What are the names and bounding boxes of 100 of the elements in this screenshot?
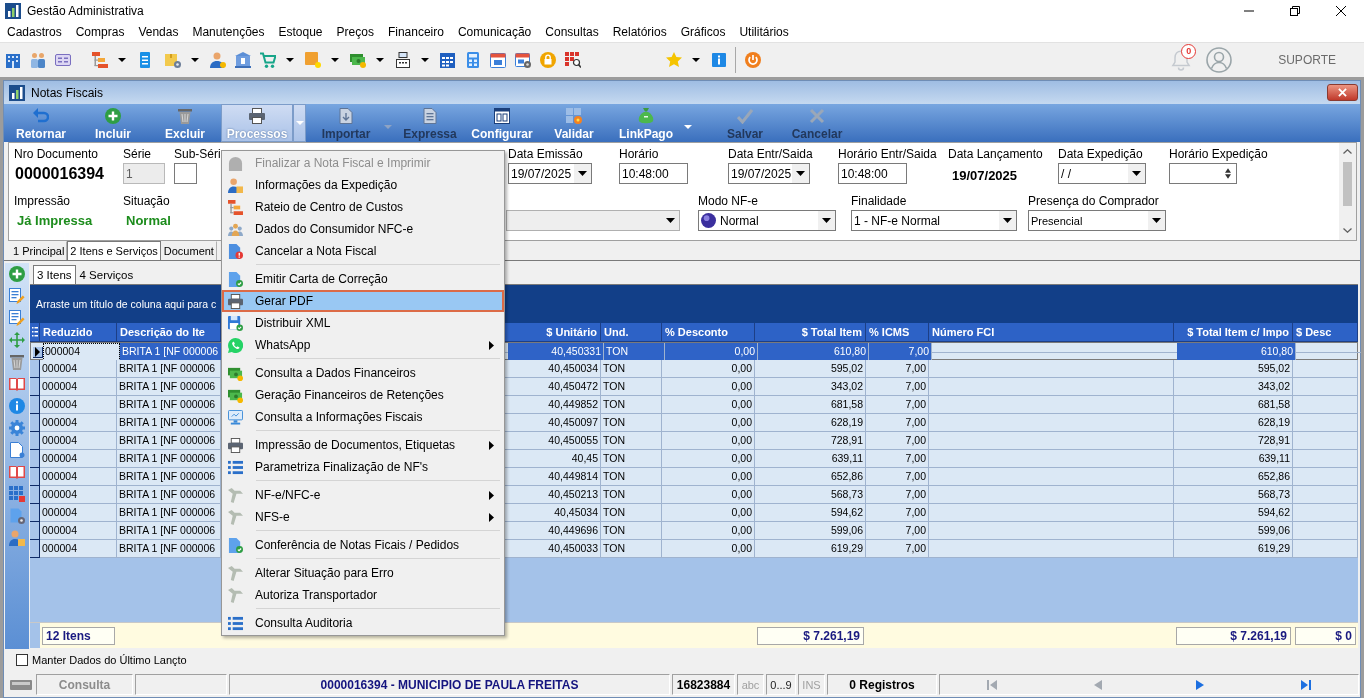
- input-field[interactable]: 10:48:00: [838, 163, 907, 184]
- cart-icon[interactable]: [259, 52, 276, 68]
- menu-item[interactable]: Dados do Consumidor NFC-e: [222, 218, 504, 240]
- person-package-icon[interactable]: [9, 530, 25, 546]
- menu-item[interactable]: Preços: [329, 25, 381, 39]
- row-selector[interactable]: [30, 504, 40, 522]
- menu-item[interactable]: Alterar Situação para Erro: [222, 562, 504, 584]
- building-icon[interactable]: [4, 52, 21, 68]
- select-field[interactable]: / /: [1058, 163, 1146, 184]
- id-card-icon[interactable]: [54, 52, 71, 68]
- caret-icon[interactable]: [286, 58, 294, 62]
- document-gear-icon[interactable]: [9, 508, 25, 524]
- menu-item[interactable]: Cancelar a Nota Fiscal: [222, 240, 504, 262]
- checkbox[interactable]: [16, 654, 28, 666]
- scroll-down-icon[interactable]: [1343, 228, 1352, 233]
- toolbar-button[interactable]: Incluir: [77, 104, 149, 142]
- book-icon[interactable]: [9, 464, 25, 480]
- toolbar-button[interactable]: Retornar: [5, 104, 77, 142]
- select-field[interactable]: Normal: [698, 210, 836, 231]
- scrollbar[interactable]: [1339, 143, 1356, 240]
- menu-item[interactable]: Vendas: [131, 25, 186, 39]
- dropdown-button[interactable]: [293, 104, 306, 142]
- calendar-page-icon[interactable]: [489, 52, 506, 68]
- menu-item[interactable]: Emitir Carta de Correção: [222, 268, 504, 290]
- menu-item[interactable]: Rateio de Centro de Custos: [222, 196, 504, 218]
- caret-icon[interactable]: [376, 58, 384, 62]
- row-selector[interactable]: [30, 468, 40, 486]
- caret-icon[interactable]: [191, 58, 199, 62]
- row-selector[interactable]: [30, 486, 40, 504]
- checkbox-label[interactable]: Manter Dados do Último Lançto: [32, 654, 187, 666]
- caret-icon[interactable]: [421, 58, 429, 62]
- select-field[interactable]: 1 - NF-e Normal: [851, 210, 1017, 231]
- row-selector[interactable]: [30, 522, 40, 540]
- menu-item[interactable]: Autoriza Transportador: [222, 584, 504, 606]
- calendar-icon[interactable]: [439, 52, 456, 68]
- gear-icon[interactable]: [9, 420, 25, 436]
- spin-field[interactable]: [1169, 163, 1237, 184]
- row-selector[interactable]: [30, 414, 40, 432]
- toolbar-button[interactable]: Excluir: [149, 104, 221, 142]
- menu-item[interactable]: Comunicação: [450, 25, 539, 39]
- menu-item[interactable]: Consulta Auditoria: [222, 612, 504, 634]
- close-icon[interactable]: [1336, 6, 1346, 16]
- caret-icon[interactable]: [692, 58, 700, 62]
- row-selector[interactable]: [30, 360, 40, 378]
- restore-icon[interactable]: [1290, 6, 1300, 16]
- select-field[interactable]: 19/07/2025: [508, 163, 592, 184]
- document-pencil-icon[interactable]: [9, 288, 25, 304]
- menu-item[interactable]: Consultas: [538, 25, 606, 39]
- scrollbar-thumb[interactable]: [1343, 162, 1352, 206]
- bell-icon[interactable]: [1171, 48, 1192, 72]
- table-search-icon[interactable]: [564, 52, 581, 68]
- row-selector[interactable]: [30, 378, 40, 396]
- menu-item[interactable]: Financeiro: [380, 25, 451, 39]
- bank-icon[interactable]: [234, 52, 251, 68]
- menu-item[interactable]: Manutenções: [185, 25, 272, 39]
- tab[interactable]: 4 Serviços: [75, 265, 138, 284]
- tab[interactable]: 3 Itens: [33, 265, 76, 284]
- avatar-icon[interactable]: [1206, 47, 1233, 73]
- expand-arrows-icon[interactable]: [9, 332, 25, 348]
- toolbar-button[interactable]: Configurar: [466, 104, 538, 142]
- menu-item[interactable]: NF-e/NFC-e: [222, 484, 504, 506]
- toolbar-button[interactable]: LinkPago: [610, 104, 682, 142]
- menu-item[interactable]: Compras: [68, 25, 132, 39]
- tab[interactable]: 2 Itens e Serviços: [67, 241, 161, 260]
- grid-icon[interactable]: [9, 486, 25, 502]
- toolbar-button[interactable]: Validar: [538, 104, 610, 142]
- document-icon[interactable]: [9, 442, 25, 458]
- caret-icon[interactable]: [331, 58, 339, 62]
- box-gear-icon[interactable]: [164, 52, 181, 68]
- people-icon[interactable]: [29, 52, 46, 68]
- select-field[interactable]: Presencial: [1028, 210, 1166, 231]
- spin-arrows-icon[interactable]: [1225, 168, 1231, 179]
- row-selector[interactable]: [30, 432, 40, 450]
- select-field[interactable]: 19/07/2025: [728, 163, 810, 184]
- power-icon[interactable]: [744, 52, 761, 68]
- list-icon[interactable]: [31, 327, 38, 337]
- menu-item[interactable]: Utilitários: [732, 25, 796, 39]
- calculator-icon[interactable]: [464, 52, 481, 68]
- plus-icon[interactable]: [9, 266, 25, 282]
- input-field[interactable]: [174, 163, 197, 184]
- menu-item[interactable]: Estoque: [271, 25, 330, 39]
- caret-icon[interactable]: [118, 58, 126, 62]
- info-icon[interactable]: [9, 398, 25, 414]
- row-selector[interactable]: [30, 396, 40, 414]
- menu-item[interactable]: Gráficos: [673, 25, 733, 39]
- menu-item[interactable]: Informações da Expedição: [222, 174, 504, 196]
- close-button[interactable]: [1327, 84, 1358, 101]
- cash-register-icon[interactable]: [394, 52, 411, 68]
- scroll-up-icon[interactable]: [1343, 149, 1352, 154]
- trash-icon[interactable]: [9, 354, 25, 370]
- star-icon[interactable]: [665, 52, 682, 68]
- tab[interactable]: Document: [160, 241, 217, 260]
- org-chart-icon[interactable]: [91, 52, 108, 68]
- menu-item[interactable]: Cadastros: [0, 25, 69, 39]
- skip-end-icon[interactable]: [1300, 679, 1311, 690]
- menu-item[interactable]: Relatórios: [605, 25, 674, 39]
- info-icon[interactable]: [710, 52, 727, 68]
- banknotes-icon[interactable]: [349, 52, 366, 68]
- menu-item[interactable]: Gerar PDF: [222, 290, 504, 312]
- calendar-gear-icon[interactable]: [514, 52, 531, 68]
